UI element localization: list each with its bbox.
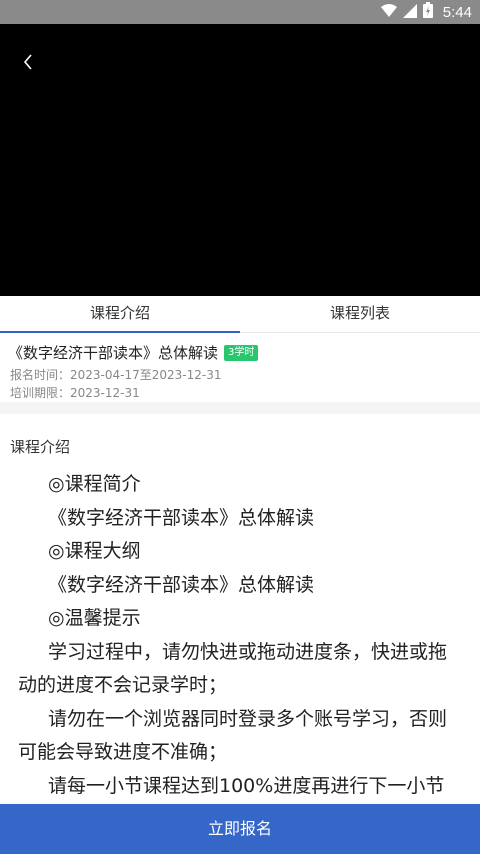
tab-course-intro[interactable]: 课程介绍 [0, 296, 240, 333]
course-intro-section: 课程介绍 ◎课程简介 《数字经济干部读本》总体解读 ◎课程大纲 《数字经济干部读… [0, 414, 480, 804]
intro-heading: 课程介绍 [10, 438, 71, 456]
section-divider [0, 402, 480, 414]
course-title: 《数字经济干部读本》总体解读 [8, 344, 219, 362]
intro-line: 学习过程中，请勿快进或拖动进度条，快进或拖动的进度不会记录学时； [18, 640, 448, 697]
enroll-time: 报名时间：2023-04-17至2023-12-31 [10, 368, 222, 382]
battery-icon [422, 2, 433, 22]
intro-line: 《数字经济干部读本》总体解读 [48, 573, 315, 596]
wifi-icon [380, 3, 397, 22]
hours-badge: 3学时 [224, 344, 259, 361]
status-bar: 5:44 [0, 0, 480, 24]
intro-line: ◎课程简介 [48, 473, 141, 495]
status-time: 5:44 [442, 3, 472, 21]
intro-line: ◎温馨提示 [48, 607, 141, 629]
intro-line: 《数字经济干部读本》总体解读 [48, 506, 315, 529]
video-player[interactable] [0, 24, 480, 296]
intro-line: 请勿在一个浏览器同时登录多个账号学习，否则可能会导致进度不准确； [18, 707, 448, 764]
status-icons: 5:44 [380, 0, 472, 24]
intro-line: 请每一小节课程达到100%进度再进行下一小节的学习。 [48, 774, 445, 797]
training-deadline: 培训期限：2023-12-31 [10, 386, 140, 400]
intro-line: ◎课程大纲 [48, 540, 141, 562]
tab-bar: 课程介绍 课程列表 [0, 296, 480, 333]
course-header: 《数字经济干部读本》总体解读 3学时 报名时间：2023-04-17至2023-… [0, 334, 480, 402]
signal-icon [402, 3, 417, 22]
enroll-button[interactable]: 立即报名 [0, 804, 480, 854]
chevron-left-icon [22, 53, 34, 75]
back-button[interactable] [14, 50, 42, 78]
intro-body: ◎课程简介 《数字经济干部读本》总体解读 ◎课程大纲 《数字经济干部读本》总体解… [18, 468, 458, 804]
course-title-row: 《数字经济干部读本》总体解读 3学时 [8, 342, 259, 363]
tab-course-list[interactable]: 课程列表 [240, 296, 480, 332]
